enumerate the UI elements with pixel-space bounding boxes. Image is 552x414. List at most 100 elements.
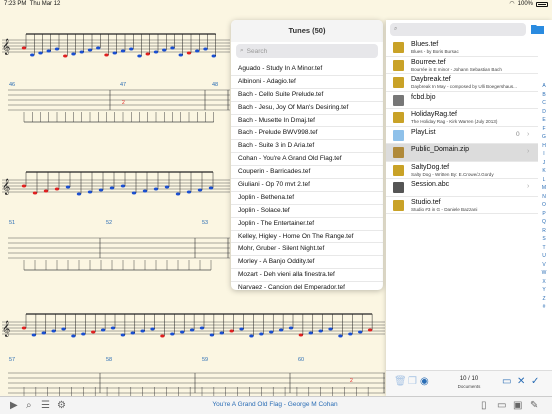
alphabet-letter[interactable]: O — [538, 201, 550, 210]
tef-file-icon — [393, 77, 404, 88]
tune-item[interactable]: Mozart - Deh vieni alla finestra.tef — [231, 269, 383, 283]
tune-item[interactable]: Mohr, Gruber - Silent Night.tef — [231, 243, 383, 257]
bar-number: 47 — [120, 82, 127, 88]
note-head — [358, 330, 363, 334]
alphabet-letter[interactable]: A — [538, 82, 550, 91]
copy-icon[interactable]: ❐ — [408, 377, 417, 387]
alphabet-letter[interactable]: H — [538, 142, 550, 151]
alphabet-letter[interactable]: D — [538, 108, 550, 117]
checkmark-icon[interactable]: ✓ — [531, 377, 539, 387]
alphabet-letter[interactable]: V — [538, 261, 550, 270]
tune-item[interactable]: Bach - Musette In Dmaj.tef — [231, 115, 383, 128]
file-row[interactable]: Blues.tef Blues - by Boris Bursac — [386, 39, 538, 57]
alphabet-letter[interactable]: # — [538, 303, 550, 312]
tune-item[interactable]: Morley - A Banjo Oddity.tef — [231, 256, 383, 270]
pencil-icon[interactable]: ✎ — [530, 400, 538, 412]
tune-item[interactable]: Aguado - Study In A Minor.tef — [231, 63, 383, 76]
note-head — [239, 327, 244, 331]
close-icon[interactable]: ✕ — [517, 377, 525, 387]
alphabet-letter[interactable]: M — [538, 184, 550, 193]
alphabet-letter[interactable]: S — [538, 235, 550, 244]
play-icon[interactable]: ▶ — [10, 400, 18, 412]
tune-item[interactable]: Albinoni - Adagio.tef — [231, 76, 383, 89]
file-subtitle: Studio #3 in G - Daniele Bazzani — [411, 206, 478, 212]
tune-item[interactable]: Narvaez - Cancion del Emperador.tef — [231, 282, 383, 290]
file-row[interactable]: Session.abc › — [386, 179, 538, 197]
zoom-icon[interactable]: ⌕ — [26, 400, 32, 412]
alphabet-letter[interactable]: Y — [538, 286, 550, 295]
bar-number: 52 — [106, 220, 113, 226]
bar-number: 57 — [9, 357, 16, 363]
file-subtitle: Blues - by Boris Bursac — [411, 49, 459, 54]
files-search-input[interactable]: ⌕ — [390, 23, 526, 36]
save-icon[interactable]: ▣ — [513, 400, 522, 412]
alphabet-letter[interactable]: Q — [538, 218, 550, 227]
tune-item[interactable]: Bach - Cello Suite Prelude.tef — [231, 89, 383, 102]
tune-item[interactable]: Bach - Prelude BWV998.tef — [231, 127, 383, 141]
alphabet-index[interactable]: A B C D E F G H I J K L M N O P Q R S T U V W X Y Z # — [538, 82, 550, 312]
tune-item[interactable]: Giuliani - Op 70 mvt 2.tef — [231, 179, 383, 192]
open-folder-icon[interactable]: ▭ — [502, 377, 511, 387]
alphabet-letter[interactable]: X — [538, 278, 550, 287]
tune-item[interactable]: Bach - Jesu, Joy Of Man's Desiring.tef — [231, 102, 383, 115]
tune-item[interactable]: Cohan - You're A Grand Old Flag.tef — [231, 153, 383, 167]
folder-icon[interactable] — [531, 24, 544, 34]
tune-item[interactable]: Bach - Suite 3 in D Aria.tef — [231, 140, 383, 154]
alphabet-letter[interactable]: K — [538, 167, 550, 176]
document-label: Documents — [457, 384, 481, 389]
note-head — [229, 329, 234, 333]
alphabet-letter[interactable]: U — [538, 252, 550, 261]
note-head — [195, 49, 200, 53]
tef-file-icon — [393, 42, 404, 53]
tunes-list: Aguado - Study In A Minor.tef Albinoni - … — [231, 63, 383, 290]
alphabet-letter[interactable]: C — [538, 99, 550, 108]
document-icon[interactable]: ▯ — [481, 400, 487, 412]
alphabet-letter[interactable]: E — [538, 116, 550, 125]
alphabet-letter[interactable]: T — [538, 244, 550, 253]
wifi-icon: ◠ — [509, 1, 515, 7]
tune-item[interactable]: Couperin - Barricades.tef — [231, 166, 383, 180]
file-row[interactable]: SaltyDog.tef Salty Dog - Written By: E.Cr… — [386, 162, 538, 179]
wifi-share-icon[interactable]: ◉ — [420, 377, 429, 387]
alphabet-letter[interactable]: R — [538, 227, 550, 236]
alphabet-letter[interactable]: L — [538, 176, 550, 185]
tunes-search-input[interactable]: ⌕ Search — [236, 44, 378, 58]
file-row[interactable]: Bourree.tef Bourrée in E minor - Johann S… — [386, 57, 538, 74]
list-icon[interactable]: ☰ — [41, 400, 50, 412]
trash-icon[interactable]: 🗑 — [394, 377, 407, 387]
chevron-right-icon: › — [527, 183, 530, 190]
note-head — [153, 187, 159, 191]
note-head — [61, 327, 66, 331]
note-head — [65, 185, 71, 189]
tune-item[interactable]: Joplin - Solace.tef — [231, 205, 383, 218]
tune-item[interactable]: Kelley, Higley - Home On The Range.tef — [231, 231, 383, 244]
file-row[interactable]: HolidayRag.tef The Holiday Rag - Kirk War… — [386, 109, 538, 127]
alphabet-letter[interactable]: J — [538, 159, 550, 168]
alphabet-letter[interactable]: Z — [538, 295, 550, 304]
alphabet-letter[interactable]: N — [538, 193, 550, 202]
file-row[interactable]: Studio.tef Studio #3 in G - Daniele Bazza… — [386, 197, 538, 214]
alphabet-letter[interactable]: B — [538, 91, 550, 100]
folder-icon[interactable]: ▭ — [497, 400, 506, 412]
file-row[interactable]: PlayList 0 › — [386, 127, 538, 144]
gear-icon[interactable]: ⚙ — [57, 400, 66, 412]
bar-number: 60 — [298, 357, 305, 363]
note-head — [180, 330, 185, 334]
file-name: Bourree.tef — [411, 58, 446, 66]
alphabet-letter[interactable]: I — [538, 150, 550, 159]
file-row[interactable]: Public_Domain.zip › — [386, 144, 538, 162]
file-subtitle: Bourrée in E minor - Johann Sebastian Ba… — [411, 66, 502, 72]
alphabet-letter[interactable]: G — [538, 133, 550, 142]
file-row[interactable]: Daybreak.tef Daybreak In May - composed b… — [386, 74, 538, 92]
folder-icon — [393, 129, 404, 141]
alphabet-letter[interactable]: W — [538, 269, 550, 278]
tune-item[interactable]: Joplin - Bethena.tef — [231, 192, 383, 205]
note-head — [71, 334, 76, 338]
alphabet-letter[interactable]: P — [538, 210, 550, 219]
tune-item[interactable]: Joplin - The Entertainer.tef — [231, 218, 383, 231]
bjo-file-icon — [393, 94, 404, 106]
alphabet-letter[interactable]: F — [538, 125, 550, 134]
file-row[interactable]: fcbd.bjo — [386, 92, 538, 109]
note-head — [328, 327, 333, 331]
zip-file-icon — [393, 147, 404, 158]
